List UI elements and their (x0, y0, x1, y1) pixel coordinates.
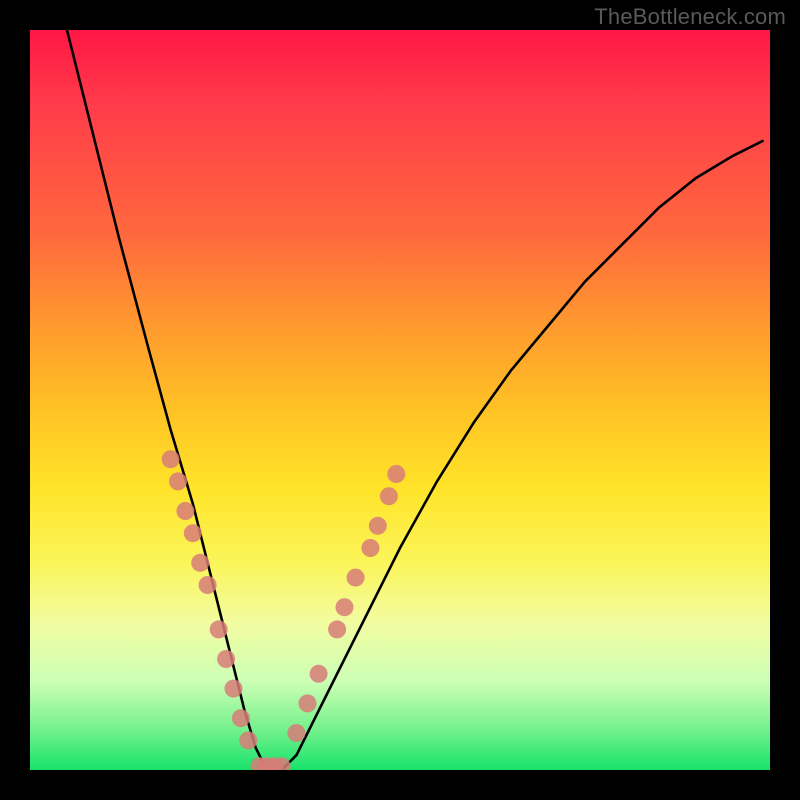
marker-dot (232, 709, 250, 727)
marker-dot (191, 554, 209, 572)
marker-dot (210, 620, 228, 638)
plot-area (30, 30, 770, 770)
marker-dot (184, 524, 202, 542)
marker-dot (169, 472, 187, 490)
marker-dot (361, 539, 379, 557)
attribution-label: TheBottleneck.com (594, 4, 786, 30)
marker-dot (328, 620, 346, 638)
marker-dot (176, 502, 194, 520)
marker-dot (217, 650, 235, 668)
chart-frame: TheBottleneck.com (0, 0, 800, 800)
chart-svg (30, 30, 770, 770)
marker-dot (225, 680, 243, 698)
marker-dot (347, 569, 365, 587)
marker-dot (287, 724, 305, 742)
marker-dot (387, 465, 405, 483)
marker-dot (199, 576, 217, 594)
marker-dot (310, 665, 328, 683)
marker-dot (369, 517, 387, 535)
marker-dot (162, 450, 180, 468)
bottleneck-curve (67, 30, 763, 770)
marker-dot (299, 694, 317, 712)
marker-dot (336, 598, 354, 616)
marker-dot (239, 731, 257, 749)
marker-dot (380, 487, 398, 505)
